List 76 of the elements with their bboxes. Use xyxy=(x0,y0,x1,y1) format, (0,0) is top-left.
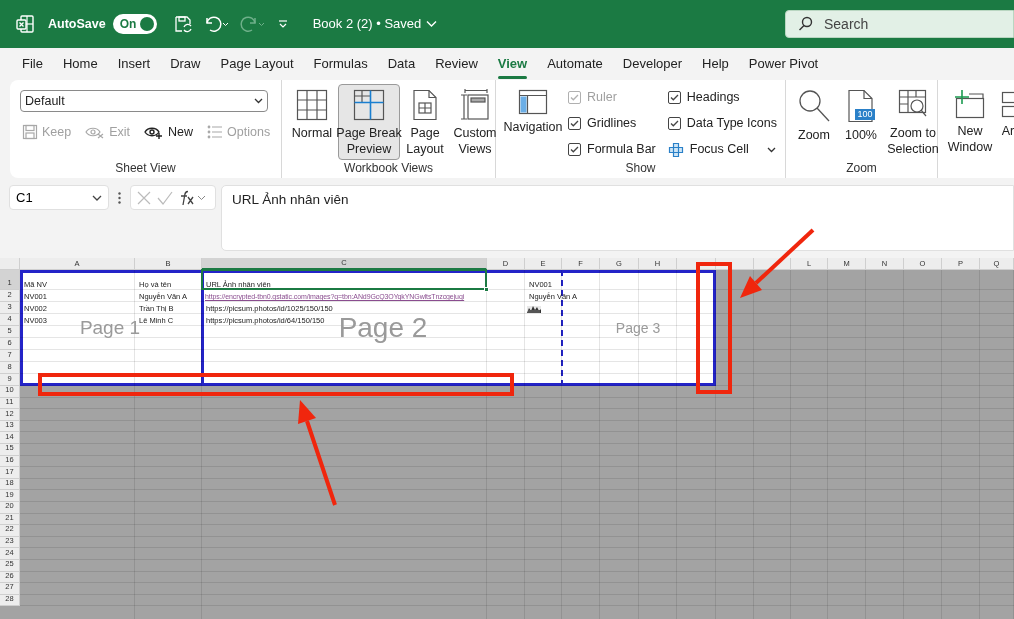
save-icon[interactable] xyxy=(172,14,193,34)
checkmark-icon xyxy=(570,119,579,127)
checkbox[interactable] xyxy=(667,90,681,104)
autosave-toggle[interactable]: On xyxy=(112,14,157,34)
sheet-view-button[interactable]: New xyxy=(144,123,194,142)
menu-tab[interactable]: Home xyxy=(52,48,108,80)
name-box[interactable]: C1 xyxy=(9,185,109,210)
focus-cell-button[interactable]: Focus Cell xyxy=(667,140,749,160)
eye-icon xyxy=(85,125,106,140)
checkmark-icon xyxy=(669,119,679,127)
formula-input[interactable]: URL Ảnh nhân viên xyxy=(221,185,1014,251)
magnifier-icon xyxy=(798,89,830,123)
new-window-icon xyxy=(955,89,985,119)
checkbox-label[interactable]: Formula Bar xyxy=(587,140,656,160)
checkmark-icon xyxy=(570,146,579,154)
group-label: Show xyxy=(625,161,656,175)
icon-number: 100 xyxy=(856,109,874,120)
navigation-pane-icon xyxy=(518,89,548,115)
group-label: Zoom xyxy=(846,161,877,175)
save-icon xyxy=(22,124,38,141)
ribbon-button[interactable]: 100 100% xyxy=(840,84,882,160)
eye-icon xyxy=(144,125,165,140)
function-icon[interactable] xyxy=(179,189,207,206)
ribbon-button[interactable]: Ar xyxy=(1000,84,1014,160)
search-icon xyxy=(798,16,813,31)
menu-tab[interactable]: Formulas xyxy=(303,48,378,80)
page-break-grid-icon xyxy=(353,89,385,121)
checkbox[interactable] xyxy=(568,116,581,130)
custom-view-icon xyxy=(460,89,490,121)
menu-tab[interactable]: Automate xyxy=(537,48,613,80)
menu-tab[interactable]: Insert xyxy=(107,48,161,80)
chevron-down-icon[interactable] xyxy=(766,146,776,153)
ribbon-button[interactable]: Normal xyxy=(288,84,336,160)
menu-tab[interactable]: Help xyxy=(692,48,739,80)
customize-icon[interactable] xyxy=(276,18,289,30)
checkbox-label[interactable]: Headings xyxy=(686,87,740,107)
style-dropdown[interactable]: Default xyxy=(20,90,268,112)
ribbon-button[interactable]: Page Break Preview xyxy=(338,84,400,160)
windows-icon xyxy=(1001,89,1014,119)
excel-logo-icon xyxy=(16,15,34,33)
check-icon[interactable] xyxy=(157,190,173,205)
menu-tab[interactable]: View xyxy=(487,48,538,80)
checkmark-icon xyxy=(570,93,579,101)
group-label: Sheet View xyxy=(115,161,176,175)
more-icon[interactable] xyxy=(118,192,121,204)
chevron-down-icon xyxy=(92,194,102,201)
checkmark-icon xyxy=(669,93,679,101)
ribbon-button[interactable]: New Window xyxy=(944,84,996,160)
menu-tab[interactable]: Developer xyxy=(612,48,693,80)
autosave-label: AutoSave xyxy=(48,15,106,33)
cross-icon xyxy=(667,141,684,158)
page-icon xyxy=(412,89,438,121)
document-title[interactable]: Book 2 (2) • Saved xyxy=(312,14,438,34)
list-icon xyxy=(207,125,224,140)
checkbox[interactable] xyxy=(568,143,581,157)
ribbon-button[interactable]: Navigation xyxy=(502,84,564,160)
ribbon-button[interactable]: Page Layout xyxy=(402,84,448,160)
menu-tab[interactable]: Power Pivot xyxy=(738,48,829,80)
ribbon-button[interactable]: Zoom xyxy=(790,84,838,160)
menu-tab[interactable]: Data xyxy=(377,48,426,80)
grid-icon xyxy=(296,89,328,121)
chevron-down-icon xyxy=(426,20,438,28)
ribbon-button[interactable]: Zoom to Selection xyxy=(884,84,942,160)
menu-tab[interactable]: Review xyxy=(425,48,488,80)
group-label: Workbook Views xyxy=(344,161,433,175)
checkbox[interactable] xyxy=(667,116,681,130)
page-watermark: Page 3 xyxy=(615,318,661,338)
chevron-down-icon xyxy=(254,98,263,104)
checkbox-label[interactable]: Data Type Icons xyxy=(686,113,777,133)
ribbon-button[interactable]: Custom Views xyxy=(450,84,500,160)
checkbox-label[interactable]: Gridlines xyxy=(587,113,637,133)
search-field[interactable]: Search xyxy=(785,10,1014,38)
menu-tab[interactable]: File xyxy=(12,48,53,80)
page-watermark: Page 2 xyxy=(338,311,428,345)
menu-tab[interactable]: Page Layout xyxy=(210,48,304,80)
menu-tab[interactable]: Draw xyxy=(160,48,211,80)
